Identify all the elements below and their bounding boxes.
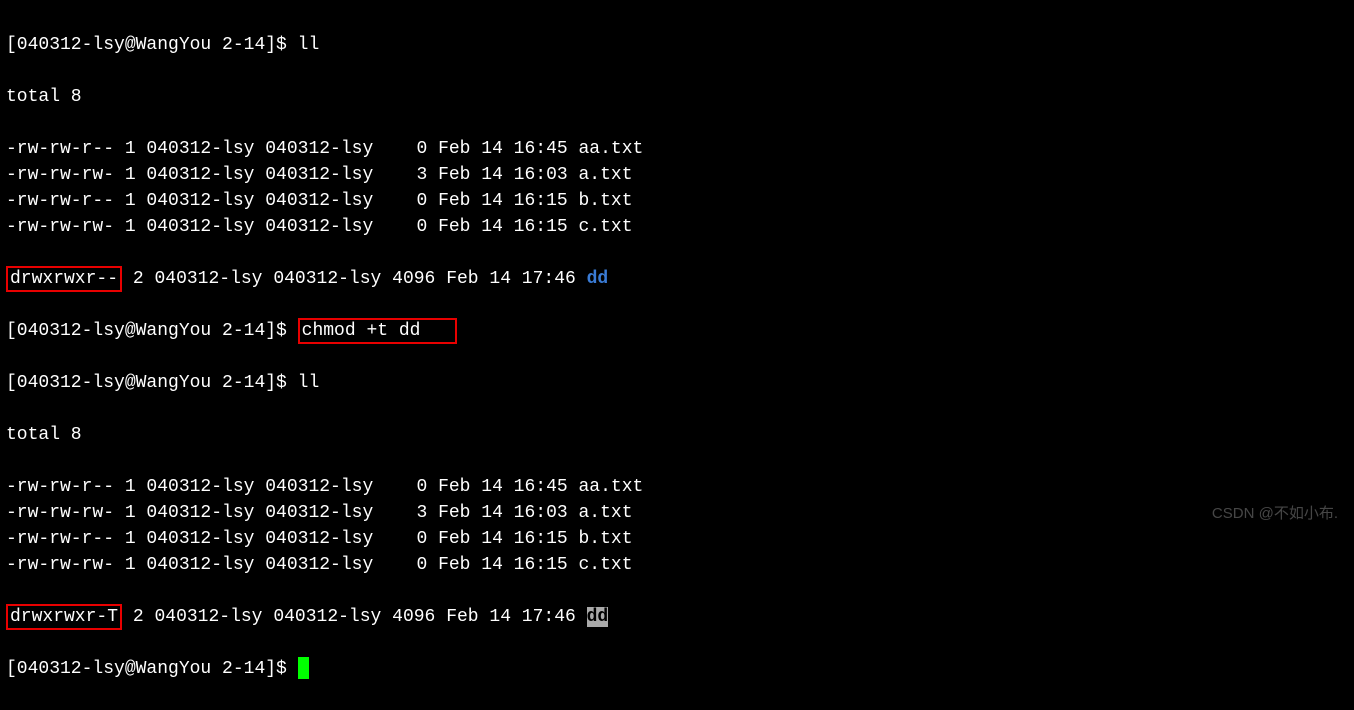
file-name: b.txt [579,191,633,211]
list-row: -rw-rw-r-- 1 040312-lsy 040312-lsy 0 Feb… [6,136,1352,162]
file-name: a.txt [579,503,633,523]
list-row: -rw-rw-r-- 1 040312-lsy 040312-lsy 0 Feb… [6,526,1352,552]
highlight-perms-1: drwxrwxr-- [6,266,122,292]
dir-name: dd [587,269,609,289]
dir-name-highlighted: dd [587,607,609,627]
list-row: -rw-rw-r-- 1 040312-lsy 040312-lsy 0 Feb… [6,188,1352,214]
list-row: -rw-rw-rw- 1 040312-lsy 040312-lsy 0 Feb… [6,214,1352,240]
file-name: c.txt [579,217,633,237]
cursor[interactable] [298,657,309,679]
prompt: [040312-lsy@WangYou 2-14]$ [6,321,298,341]
prompt: [040312-lsy@WangYou 2-14]$ [6,373,298,393]
list-row: -rw-rw-r-- 1 040312-lsy 040312-lsy 0 Feb… [6,474,1352,500]
watermark: CSDN @不如小布. [1212,501,1338,527]
file-name: b.txt [579,529,633,549]
total-line: total 8 [6,84,1352,110]
terminal-output: [040312-lsy@WangYou 2-14]$ ll total 8 -r… [0,0,1354,710]
list-row: -rw-rw-rw- 1 040312-lsy 040312-lsy 0 Feb… [6,552,1352,578]
list-row-dir: drwxrwxr-T 2 040312-lsy 040312-lsy 4096 … [6,604,1352,630]
list-row-dir: drwxrwxr-- 2 040312-lsy 040312-lsy 4096 … [6,266,1352,292]
command-ll: ll [298,373,320,393]
file-name: c.txt [579,555,633,575]
file-name: aa.txt [579,139,644,159]
list-row: -rw-rw-rw- 1 040312-lsy 040312-lsy 3 Feb… [6,162,1352,188]
total-line: total 8 [6,422,1352,448]
file-name: a.txt [579,165,633,185]
file-name: aa.txt [579,477,644,497]
highlight-perms-2: drwxrwxr-T [6,604,122,630]
command-ll: ll [298,35,320,55]
list-row: -rw-rw-rw- 1 040312-lsy 040312-lsy 3 Feb… [6,500,1352,526]
prompt: [040312-lsy@WangYou 2-14]$ [6,659,298,679]
highlight-chmod-command: chmod +t dd [298,318,457,344]
prompt: [040312-lsy@WangYou 2-14]$ [6,35,298,55]
